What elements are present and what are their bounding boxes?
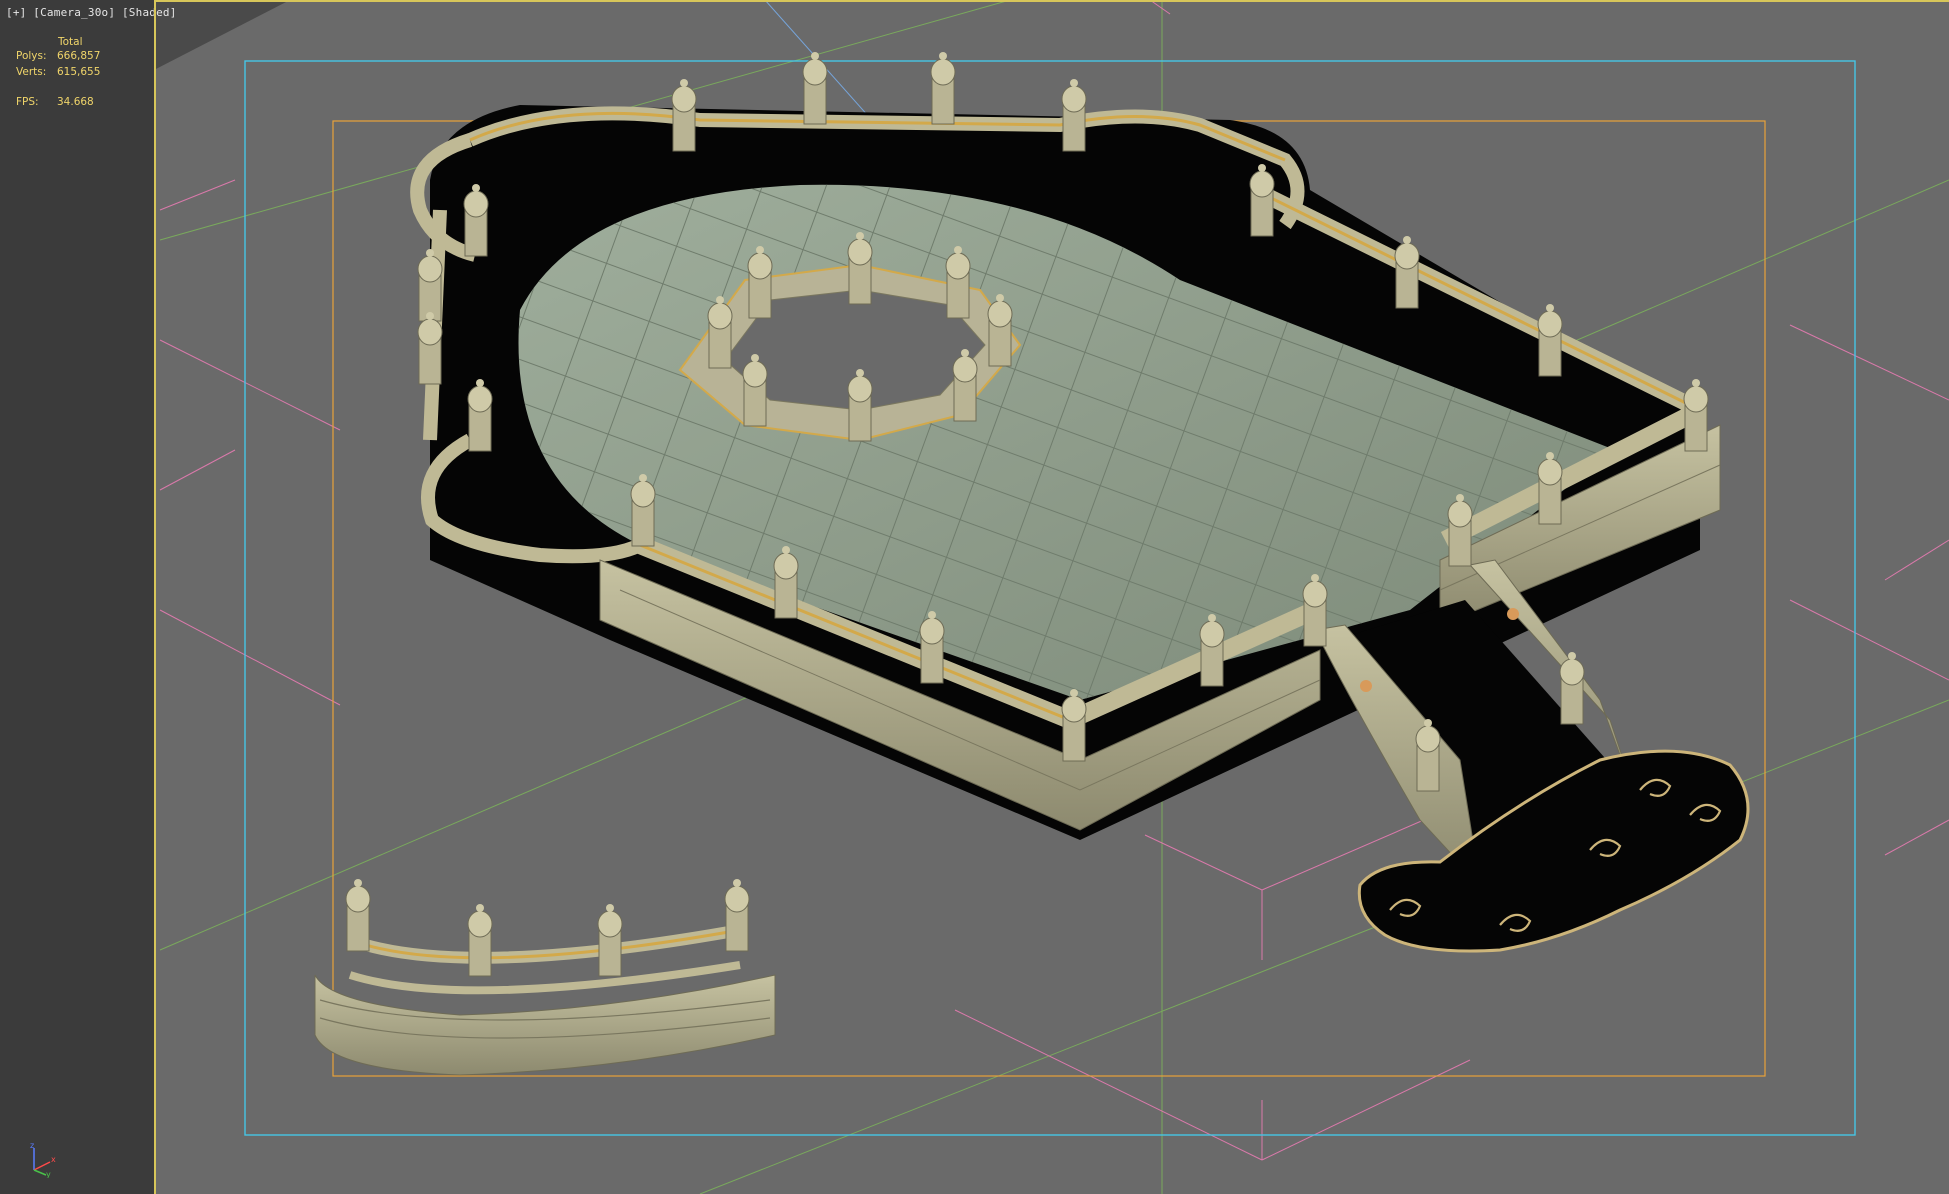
rail-post-finial (1199, 614, 1225, 687)
viewport-left-panel (0, 0, 155, 1194)
stats-polys-label: Polys: (16, 50, 47, 62)
rail-post-finial (724, 879, 750, 952)
stats-fps-label: FPS: (16, 96, 39, 108)
rail-post-finial (919, 611, 945, 684)
rail-post-finial (742, 354, 768, 427)
rail-post-finial (467, 379, 493, 452)
rail-post-finial (1537, 452, 1563, 525)
stats-polys-value: 666,857 (57, 50, 101, 62)
rail-post-finial (987, 294, 1013, 367)
rail-post-finial (597, 904, 623, 977)
rail-post-finial (417, 312, 443, 385)
scene-canvas[interactable] (0, 0, 1949, 1194)
rail-post-finial (1061, 689, 1087, 762)
rail-post-finial (847, 369, 873, 442)
rail-post-finial (1249, 164, 1275, 237)
rail-post-finial (747, 246, 773, 319)
rail-post-finial (417, 249, 443, 322)
rail-post-finial (952, 349, 978, 422)
rail-post-finial (707, 296, 733, 369)
rail-post-finial (802, 52, 828, 125)
rail-post-finial (1537, 304, 1563, 377)
viewport-border-left (154, 0, 156, 1194)
rail-post-finial (1061, 79, 1087, 152)
rail-post-finial (930, 52, 956, 125)
rail-post-finial (671, 79, 697, 152)
axis-gizmo-icon: z x y (30, 1141, 56, 1178)
rail-post-finial (1683, 379, 1709, 452)
rail-post-finial (1415, 719, 1441, 792)
rail-post-finial (467, 904, 493, 977)
rail-post-finial (1447, 494, 1473, 567)
axis-y-label: y (46, 1170, 51, 1178)
stats-total-label: Total (58, 36, 83, 48)
rail-post-finial (1559, 652, 1585, 725)
camera-viewport[interactable]: [+] [Camera_30o] [Shaded] Total Polys: 6… (0, 0, 1949, 1194)
rail-post-finial (773, 546, 799, 619)
viewport-label-menu[interactable]: [+] [Camera_30o] [Shaded] (6, 6, 177, 19)
rail-post-finial (630, 474, 656, 547)
axis-x-label: x (51, 1155, 56, 1164)
stats-fps-value: 34.668 (57, 96, 94, 108)
stats-verts-label: Verts: (16, 66, 47, 78)
rail-post-finial (1394, 236, 1420, 309)
rail-segment-piece[interactable] (314, 924, 776, 1076)
stats-verts-value: 615,655 (57, 66, 101, 78)
rail-post-finial (463, 184, 489, 257)
rail-post-finial (945, 246, 971, 319)
rail-post-finial (847, 232, 873, 305)
rail-post-finial (345, 879, 371, 952)
viewport-border-top (154, 0, 1949, 2)
rail-post-finial (1302, 574, 1328, 647)
axis-z-label: z (30, 1141, 34, 1150)
